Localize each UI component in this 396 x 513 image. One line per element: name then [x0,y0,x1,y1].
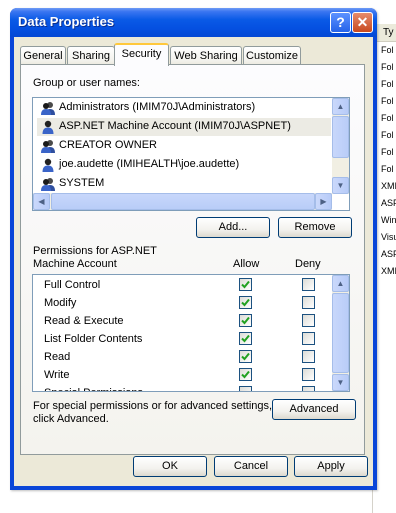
group-list-item[interactable]: SYSTEM [37,175,331,193]
scroll-thumb[interactable] [332,116,349,158]
help-icon: ? [336,14,345,30]
security-tab-panel: Group or user names: Administrators (IMI… [20,64,365,455]
group-item-label: SYSTEM [59,177,105,189]
group-list-item[interactable]: joe.audette (IMIHEALTH\joe.audette) [37,156,331,174]
tab-general[interactable]: General [20,46,66,65]
perm-scroll-thumb[interactable] [332,293,349,373]
permission-name: Special Permissions [44,387,143,391]
permission-row: Special Permissions [33,384,333,391]
group-icon [40,100,56,116]
group-item-label: Administrators (IMIM70J\Administrators) [59,101,256,113]
apply-button[interactable]: Apply [294,456,368,477]
chevron-down-icon: ▼ [336,181,345,190]
close-icon: ✕ [356,14,369,30]
user-icon [40,157,56,173]
title-bar[interactable]: Data Properties ? ✕ [10,8,377,37]
perm-scroll-down-button[interactable]: ▼ [332,374,349,391]
help-button[interactable]: ? [330,12,351,33]
tab-security[interactable]: Security [114,43,169,66]
permission-name: List Folder Contents [44,333,143,345]
permissions-list[interactable]: Full Control Modify Read & Execute List Fol… [32,274,350,392]
group-list-item[interactable]: Administrators (IMIM70J\Administrators) [37,99,331,117]
group-list-item[interactable]: ASP.NET Machine Account (IMIM70J\ASPNET) [37,118,331,136]
remove-button[interactable]: Remove [278,217,352,238]
allow-checkbox[interactable] [239,368,252,381]
permission-row: Read [33,348,333,366]
window-title: Data Properties [18,14,115,29]
deny-checkbox[interactable] [302,296,315,309]
group-item-label: joe.audette (IMIHEALTH\joe.audette) [59,158,240,170]
hscroll-thumb[interactable] [51,193,315,210]
advanced-button[interactable]: Advanced [272,399,356,420]
group-list-vscroll[interactable]: ▲ ▼ [332,98,349,194]
allow-column-header: Allow [233,258,260,270]
allow-checkbox[interactable] [239,278,252,291]
perm-scroll-up-button[interactable]: ▲ [332,275,349,292]
advanced-note-line1: For special permissions or for advanced … [33,400,273,412]
dialog-client-area: General Sharing Security Web Sharing Cus… [14,37,373,486]
deny-checkbox[interactable] [302,368,315,381]
deny-checkbox[interactable] [302,386,315,391]
permissions-label-line1: Permissions for ASP.NET [33,245,157,257]
data-properties-dialog: Data Properties ? ✕ General Sharing Secu… [10,8,377,490]
permission-row: Full Control [33,276,333,294]
allow-checkbox[interactable] [239,314,252,327]
tab-sharing[interactable]: Sharing [67,46,115,65]
permission-name: Modify [44,297,77,309]
group-icon [40,138,56,154]
add-button[interactable]: Add... [196,217,270,238]
deny-checkbox[interactable] [302,350,315,363]
deny-checkbox[interactable] [302,314,315,327]
permission-name: Write [44,369,70,381]
group-list-item[interactable]: CREATOR OWNER [37,137,331,155]
scroll-down-button[interactable]: ▼ [332,177,349,194]
allow-checkbox[interactable] [239,386,252,391]
ok-button[interactable]: OK [133,456,207,477]
scroll-up-button[interactable]: ▲ [332,98,349,115]
chevron-up-icon: ▲ [336,102,345,111]
scroll-left-button[interactable]: ◀ [33,193,50,210]
chevron-up-icon: ▲ [336,279,345,288]
permission-row: Modify [33,294,333,312]
allow-checkbox[interactable] [239,332,252,345]
deny-column-header: Deny [295,258,321,270]
permissions-label-line2: Machine Account [33,258,117,270]
allow-checkbox[interactable] [239,350,252,363]
deny-checkbox[interactable] [302,278,315,291]
tab-web-sharing[interactable]: Web Sharing [170,46,242,65]
user-icon [40,119,56,135]
cancel-button[interactable]: Cancel [214,456,288,477]
group-list-hscroll[interactable]: ◀ ▶ [33,193,332,210]
chevron-down-icon: ▼ [336,378,345,387]
chevron-left-icon: ◀ [38,197,45,206]
groups-label: Group or user names: [33,77,140,89]
permissions-vscroll[interactable]: ▲ ▼ [332,275,349,391]
group-item-label: CREATOR OWNER [59,139,157,151]
permission-name: Read & Execute [44,315,124,327]
group-user-list[interactable]: Administrators (IMIM70J\Administrators) A… [32,97,350,211]
advanced-note-line2: click Advanced. [33,413,109,425]
allow-checkbox[interactable] [239,296,252,309]
deny-checkbox[interactable] [302,332,315,345]
permission-name: Full Control [44,279,101,291]
permission-row: Write [33,366,333,384]
scroll-right-button[interactable]: ▶ [315,193,332,210]
permission-name: Read [44,351,71,363]
permission-row: List Folder Contents [33,330,333,348]
permission-row: Read & Execute [33,312,333,330]
group-icon [40,176,56,192]
tab-customize[interactable]: Customize [243,46,301,65]
group-item-label: ASP.NET Machine Account (IMIM70J\ASPNET) [59,120,291,132]
close-button[interactable]: ✕ [352,12,373,33]
chevron-right-icon: ▶ [320,197,327,206]
